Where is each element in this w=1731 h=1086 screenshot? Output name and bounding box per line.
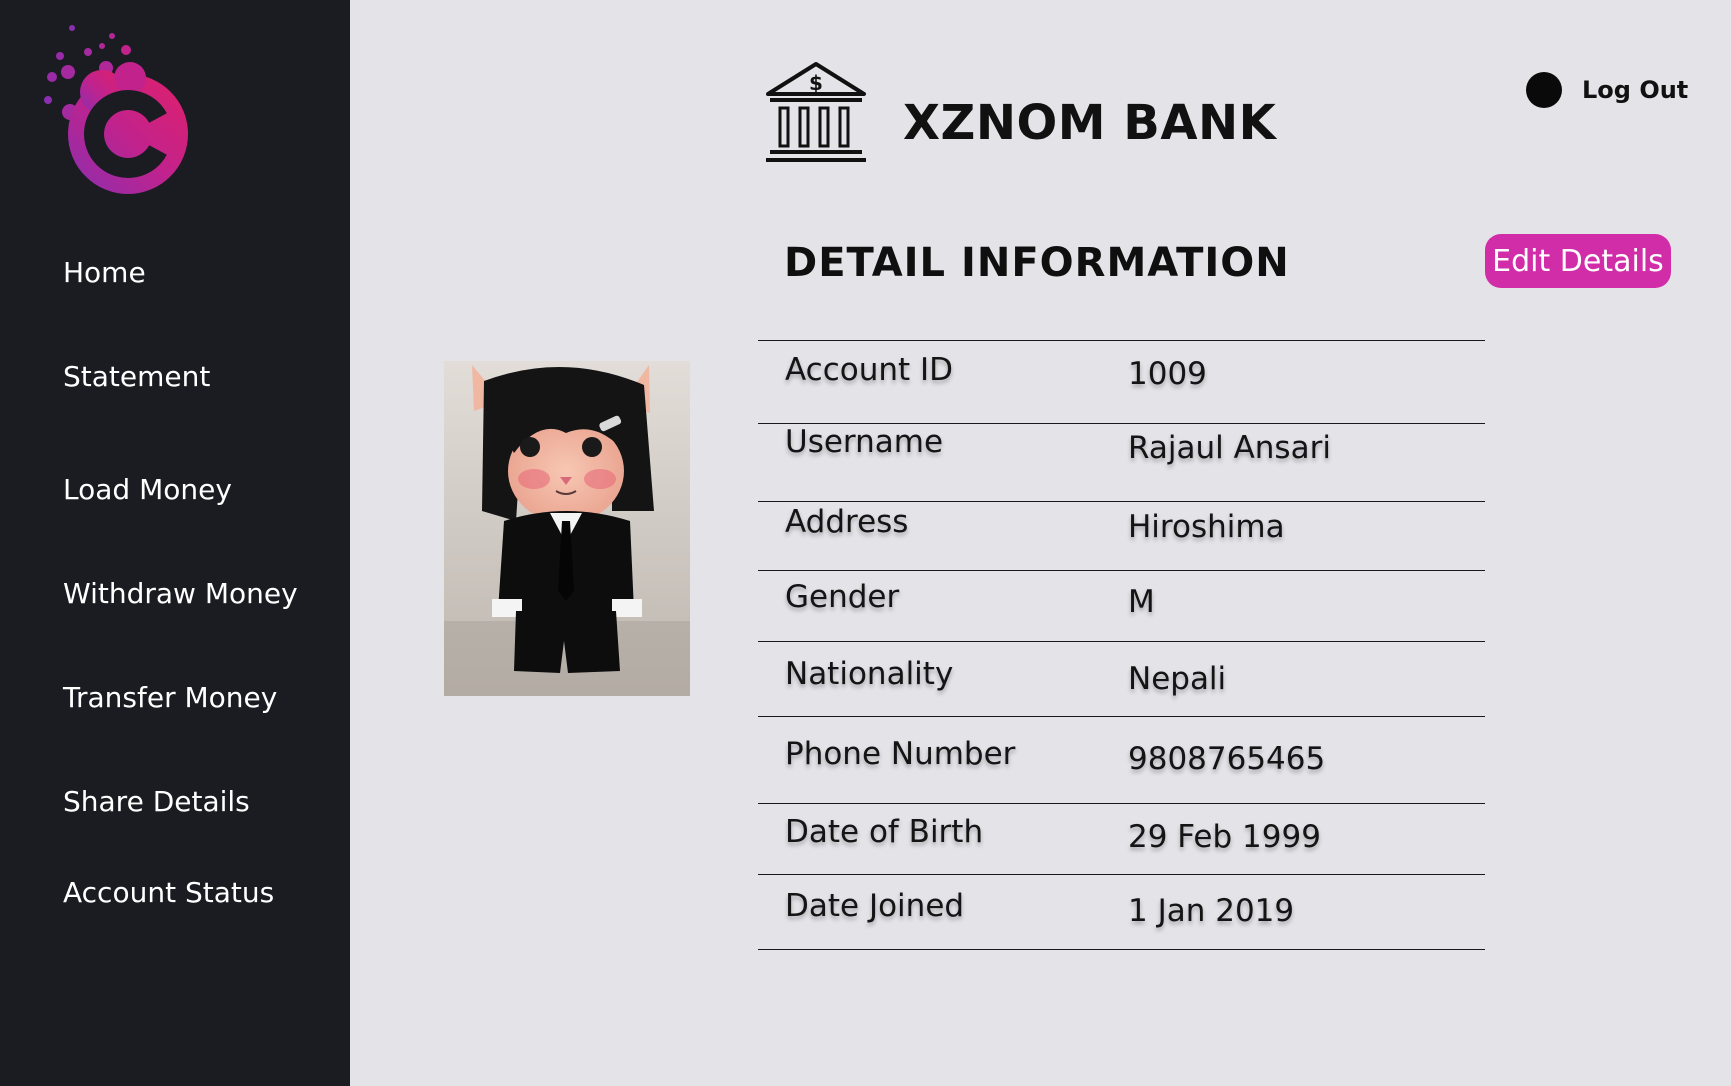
sidebar-item-statement[interactable]: Statement xyxy=(63,360,210,393)
logout-label[interactable]: Log Out xyxy=(1582,76,1688,104)
table-row: Account ID 1009 xyxy=(758,340,1485,423)
logout-icon[interactable] xyxy=(1526,72,1562,108)
table-row: Phone Number 9808765465 xyxy=(758,716,1485,803)
row-value-date-joined: 1 Jan 2019 xyxy=(1128,893,1295,929)
sidebar-item-transfer-money[interactable]: Transfer Money xyxy=(63,681,277,714)
row-value-address: Hiroshima xyxy=(1128,509,1285,545)
edit-details-button[interactable]: Edit Details xyxy=(1485,234,1671,288)
row-label-gender: Gender xyxy=(785,579,900,615)
main-content: $ XZNOM BANK Log Out DETAIL INFORMATION … xyxy=(350,0,1731,1086)
table-row: Gender M xyxy=(758,570,1485,641)
sidebar-item-account-status[interactable]: Account Status xyxy=(63,876,274,909)
table-row: Username Rajaul Ansari xyxy=(758,423,1485,501)
row-label-account-id: Account ID xyxy=(785,352,954,388)
sidebar-item-withdraw-money[interactable]: Withdraw Money xyxy=(63,577,298,610)
sidebar-item-home[interactable]: Home xyxy=(63,256,146,289)
logout-button[interactable]: Log Out xyxy=(1526,72,1688,108)
row-value-account-id: 1009 xyxy=(1128,356,1207,392)
bank-title: XZNOM BANK xyxy=(903,95,1277,151)
row-value-phone-number: 9808765465 xyxy=(1128,741,1326,777)
sidebar-item-load-money[interactable]: Load Money xyxy=(63,473,232,506)
svg-text:$: $ xyxy=(809,71,823,95)
profile-photo xyxy=(444,361,690,696)
table-row: Nationality Nepali xyxy=(758,641,1485,716)
row-label-address: Address xyxy=(785,504,909,540)
row-value-username: Rajaul Ansari xyxy=(1128,430,1331,466)
row-value-date-of-birth: 29 Feb 1999 xyxy=(1128,819,1321,855)
table-row: Date Joined 1 Jan 2019 xyxy=(758,874,1485,950)
row-label-date-joined: Date Joined xyxy=(785,888,965,924)
row-label-date-of-birth: Date of Birth xyxy=(785,814,984,850)
row-value-gender: M xyxy=(1128,584,1155,620)
bank-building-icon: $ xyxy=(764,60,868,164)
row-value-nationality: Nepali xyxy=(1128,661,1227,697)
row-label-nationality: Nationality xyxy=(785,656,954,692)
sidebar-item-share-details[interactable]: Share Details xyxy=(63,785,250,818)
section-title: DETAIL INFORMATION xyxy=(784,240,1290,286)
table-row: Date of Birth 29 Feb 1999 xyxy=(758,803,1485,874)
c-splash-logo-icon[interactable] xyxy=(40,22,200,202)
row-label-username: Username xyxy=(785,424,944,460)
table-row: Address Hiroshima xyxy=(758,501,1485,570)
row-label-phone-number: Phone Number xyxy=(785,736,1016,772)
sidebar: Home Statement Load Money Withdraw Money… xyxy=(0,0,350,1086)
